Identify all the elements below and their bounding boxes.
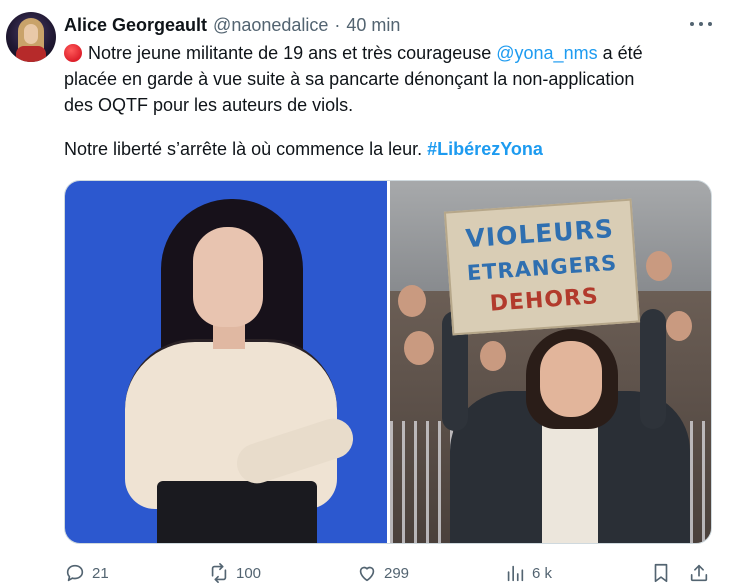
retweet-icon bbox=[211, 563, 227, 583]
portrait-skirt bbox=[157, 481, 317, 543]
bookmark-button[interactable] bbox=[650, 562, 672, 584]
crowd-head bbox=[398, 285, 426, 317]
tweet-timestamp[interactable]: 40 min bbox=[346, 15, 400, 36]
photo-portrait[interactable] bbox=[65, 181, 387, 543]
portrait-face bbox=[193, 227, 263, 327]
author-handle[interactable]: @naonedalice bbox=[213, 15, 328, 36]
avatar-face bbox=[24, 24, 38, 44]
more-dot bbox=[690, 22, 694, 26]
reply-button[interactable]: 21 bbox=[64, 562, 109, 584]
views-count: 6 k bbox=[532, 564, 553, 582]
tweet-header: Alice Georgeault @naonedalice · 40 min bbox=[64, 14, 400, 36]
like-count: 299 bbox=[384, 564, 410, 582]
share-button[interactable] bbox=[688, 562, 710, 584]
tweet-text: Notre jeune militante de 19 ans et très … bbox=[64, 40, 724, 162]
protester-face bbox=[540, 341, 602, 417]
crowd-head bbox=[646, 251, 672, 281]
heart-icon bbox=[359, 566, 375, 582]
avatar[interactable] bbox=[6, 12, 56, 62]
avatar-dress bbox=[16, 46, 46, 62]
tweet-line-4-text: Notre liberté s’arrête là où commence la… bbox=[64, 139, 428, 159]
crowd-head bbox=[404, 331, 434, 365]
reply-count: 21 bbox=[92, 564, 109, 582]
photo-protest[interactable]: VIOLEURS ETRANGERS DEHORS bbox=[390, 181, 711, 543]
bookmark-icon bbox=[654, 563, 668, 583]
tweet-line-1: Notre jeune militante de 19 ans et très … bbox=[64, 40, 724, 66]
hashtag-link[interactable]: #LibérezYona bbox=[427, 139, 543, 159]
red-circle-icon bbox=[64, 44, 82, 62]
views-icon bbox=[507, 565, 524, 582]
protest-sign: VIOLEURS ETRANGERS DEHORS bbox=[443, 198, 641, 336]
tweet-media: VIOLEURS ETRANGERS DEHORS bbox=[64, 180, 712, 544]
reply-icon bbox=[66, 564, 84, 582]
sign-line-3: DEHORS bbox=[488, 284, 600, 317]
tweet[interactable]: Alice Georgeault @naonedalice · 40 min N… bbox=[0, 0, 735, 584]
header-separator: · bbox=[334, 14, 341, 35]
tweet-line-1-tail: a été bbox=[597, 43, 643, 63]
protester-arm-right bbox=[640, 309, 666, 429]
more-dot bbox=[699, 22, 703, 26]
retweet-button[interactable]: 100 bbox=[208, 562, 261, 584]
crowd-head bbox=[666, 311, 692, 341]
tweet-actions: 21 100 299 6 k bbox=[64, 560, 712, 584]
tweet-line-4: Notre liberté s’arrête là où commence la… bbox=[64, 136, 724, 162]
tweet-line-3: des OQTF pour les auteurs de viols. bbox=[64, 95, 354, 115]
like-button[interactable]: 299 bbox=[356, 562, 409, 584]
more-icon[interactable] bbox=[690, 16, 712, 32]
views-button[interactable]: 6 k bbox=[504, 562, 552, 584]
share-icon bbox=[690, 564, 708, 582]
more-dot bbox=[708, 22, 712, 26]
mention-link[interactable]: @yona_nms bbox=[496, 43, 597, 63]
author-name[interactable]: Alice Georgeault bbox=[64, 15, 207, 36]
tweet-line-2: placée en garde à vue suite à sa pancart… bbox=[64, 69, 635, 89]
retweet-count: 100 bbox=[236, 564, 262, 582]
crowd-head bbox=[480, 341, 506, 371]
tweet-line-1-text: Notre jeune militante de 19 ans et très … bbox=[88, 43, 497, 63]
